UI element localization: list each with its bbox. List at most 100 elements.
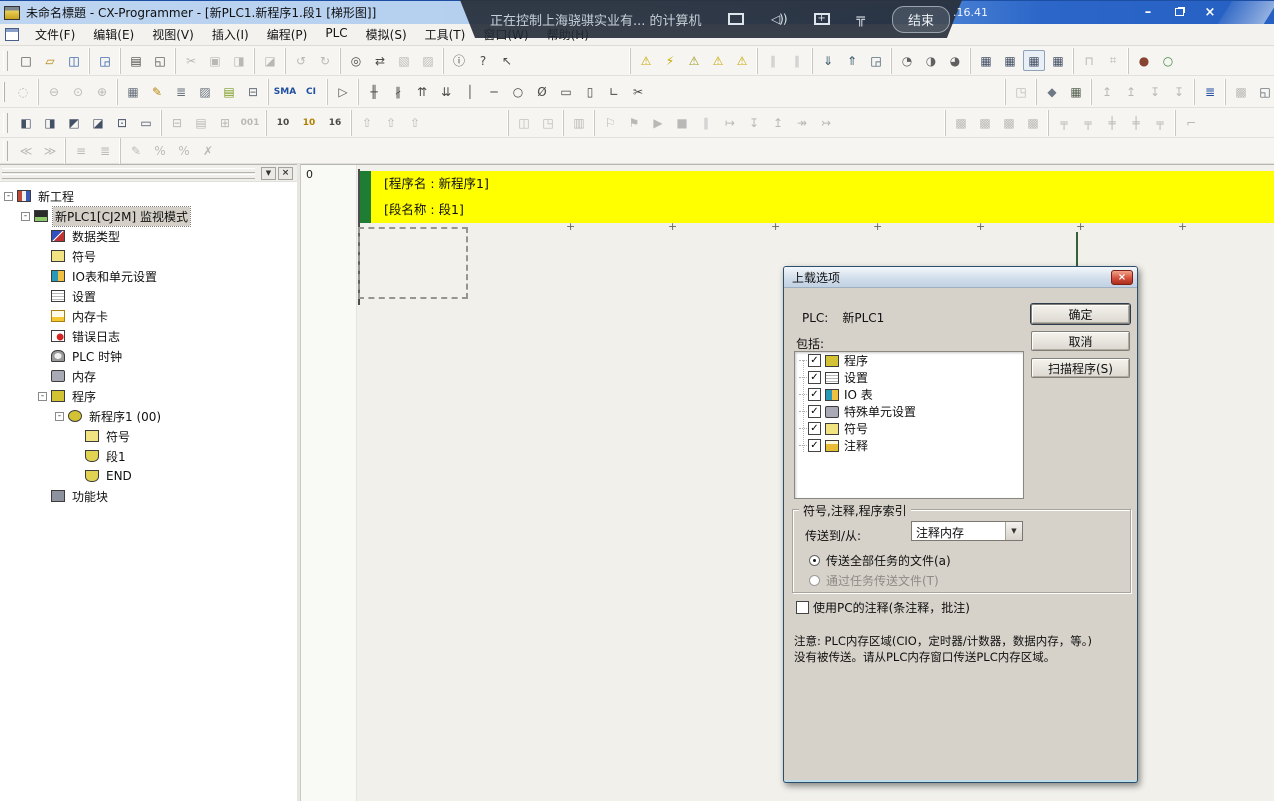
expander-icon[interactable]: -	[55, 412, 64, 421]
view-mnemonics-icon[interactable]: ◩	[63, 112, 85, 133]
expander-icon[interactable]: -	[38, 392, 47, 401]
simulation-run-icon[interactable]: ▶	[647, 112, 669, 133]
compile-check-icon[interactable]: ◲	[94, 50, 116, 71]
tree-item-plc1[interactable]: -新PLC1[CJ2M] 监视模式	[0, 206, 297, 226]
close-button[interactable]: ×	[1202, 5, 1218, 20]
step-out-icon[interactable]: ↥	[767, 112, 789, 133]
rung-comment-edit-icon[interactable]: ✎	[146, 81, 168, 102]
force-off-icon[interactable]: ○	[1157, 50, 1179, 71]
checkbox-special-unit-setup[interactable]: ✓	[808, 405, 821, 418]
view-windows-icon[interactable]: ◧	[15, 112, 37, 133]
goto-next-address-icon[interactable]: ↧	[1168, 81, 1190, 102]
goto-prev-jump-icon[interactable]: ↥	[1096, 81, 1118, 102]
contact-up-diff-icon[interactable]: ⇈	[411, 81, 433, 102]
panel-close-button[interactable]: ×	[278, 167, 293, 180]
menu-program[interactable]: 编程(P)	[258, 23, 317, 46]
cross-reference-popup-icon[interactable]: CI	[299, 81, 323, 102]
expander-icon[interactable]: -	[21, 212, 30, 221]
set-value-1-icon[interactable]: ⇧	[356, 112, 378, 133]
address-reference-tool-icon[interactable]: ≣	[1199, 81, 1221, 102]
monitor-clock-icon[interactable]: ▦	[999, 50, 1021, 71]
upload-item-settings[interactable]: ✓设置	[795, 369, 1023, 386]
symbol-table-icon[interactable]: ▤	[218, 81, 240, 102]
force-on-icon[interactable]: ●	[1133, 50, 1155, 71]
pause-icon[interactable]: ∥	[786, 50, 808, 71]
end-session-button[interactable]: 结束	[892, 6, 950, 33]
zoom-normal-icon[interactable]: ⊙	[67, 81, 89, 102]
goto-prev-address-icon[interactable]: ↧	[1144, 81, 1166, 102]
rung-annotation-icon[interactable]: ≣	[170, 81, 192, 102]
tree-item-settings[interactable]: 设置	[0, 286, 297, 306]
simulation-stop-icon[interactable]: ■	[671, 112, 693, 133]
cut-icon[interactable]: ✂	[180, 50, 202, 71]
save-monitor-data-icon[interactable]: ◫	[513, 112, 535, 133]
redo-icon[interactable]: ↻	[314, 50, 336, 71]
simulator-connect-icon[interactable]: ⚠	[731, 50, 753, 71]
radio-transfer-by-task[interactable]: 通过任务传送文件(T)	[809, 572, 939, 589]
menu-plc[interactable]: PLC	[316, 23, 356, 46]
checkbox-comments[interactable]: ✓	[808, 439, 821, 452]
upload-item-program[interactable]: ✓程序	[795, 352, 1023, 369]
upload-item-special-unit-setup[interactable]: ✓特殊单元设置	[795, 403, 1023, 420]
upload-items-list[interactable]: ✓程序✓设置✓IO 表✓特殊单元设置✓符号✓注释	[794, 351, 1024, 499]
outdent-icon[interactable]: ≪	[15, 140, 37, 161]
goto-next-jump-icon[interactable]: ↥	[1120, 81, 1142, 102]
monitor-hex-icon[interactable]: 16	[323, 112, 347, 133]
tree-item-symbols-global[interactable]: 符号	[0, 246, 297, 266]
upload-item-symbols[interactable]: ✓符号	[795, 420, 1023, 437]
edit-tool-percent-2-icon[interactable]: %	[173, 140, 195, 161]
volume-icon[interactable]: ◁))	[771, 12, 787, 26]
select-tool-icon[interactable]: ▷	[332, 81, 354, 102]
expander-icon[interactable]: -	[4, 192, 13, 201]
menu-edit[interactable]: 编辑(E)	[84, 23, 143, 46]
step-run-icon[interactable]: ↦	[719, 112, 741, 133]
upload-item-comments[interactable]: ✓注释	[795, 437, 1023, 454]
panel-dropdown-button[interactable]: ▼	[261, 167, 276, 180]
view-diagram-icon[interactable]: ◨	[39, 112, 61, 133]
tree-item-end[interactable]: END	[0, 466, 297, 486]
coil-closed-icon[interactable]: Ø	[531, 81, 553, 102]
save-file-icon[interactable]: ◫	[63, 50, 85, 71]
open-file-icon[interactable]: ▱	[39, 50, 61, 71]
network-simulator-icon[interactable]: ⚠	[707, 50, 729, 71]
compile-program-icon[interactable]: ◆	[1041, 81, 1063, 102]
pin-tool-icon[interactable]: ╦	[857, 11, 865, 27]
loop-return-icon[interactable]: ⌐	[1180, 112, 1202, 133]
edit-tool-cancel-icon[interactable]: ✗	[197, 140, 219, 161]
checkbox-io-table[interactable]: ✓	[808, 388, 821, 401]
list-style-2-icon[interactable]: ≣	[94, 140, 116, 161]
paste-rung-icon[interactable]: ◪	[259, 50, 281, 71]
tree-item-io-table[interactable]: IO表和单元设置	[0, 266, 297, 286]
add-window-icon[interactable]: +	[814, 13, 830, 25]
menu-tools[interactable]: 工具(T)	[416, 23, 475, 46]
differential-monitor-1-icon[interactable]: ╤	[1053, 112, 1075, 133]
cancel-button[interactable]: 取消	[1031, 331, 1130, 351]
tree-item-section1[interactable]: 段1	[0, 446, 297, 466]
tree-item-programs[interactable]: -程序	[0, 386, 297, 406]
online-edit-rungs-icon[interactable]: ◳	[1010, 81, 1032, 102]
paste-icon[interactable]: ◨	[228, 50, 250, 71]
radio-transfer-all-files[interactable]: 传送全部任务的文件(a)	[809, 552, 951, 569]
pause-with-trigger-icon[interactable]: ⚐	[599, 112, 621, 133]
scan-run-icon[interactable]: ↣	[815, 112, 837, 133]
watch-sheet-icon[interactable]: ▩	[1230, 81, 1252, 102]
upload-item-io-table[interactable]: ✓IO 表	[795, 386, 1023, 403]
tile-window-icon[interactable]: ▤	[190, 112, 212, 133]
program-mode-icon[interactable]: ◔	[896, 50, 918, 71]
breakpoint-clear-icon[interactable]: ▩	[974, 112, 996, 133]
monitor-signed-decimal-icon[interactable]: 10	[297, 112, 321, 133]
differential-monitor-5-icon[interactable]: ╤	[1149, 112, 1171, 133]
zoom-out-icon[interactable]: ⊖	[43, 81, 65, 102]
replace-icon[interactable]: ⇄	[369, 50, 391, 71]
continuous-step-run-icon[interactable]: ↠	[791, 112, 813, 133]
edit-tool-pen-icon[interactable]: ✎	[125, 140, 147, 161]
zoom-fit-icon[interactable]: ◌	[12, 81, 34, 102]
cascade-window-icon[interactable]: ⊞	[214, 112, 236, 133]
checkbox-symbols[interactable]: ✓	[808, 422, 821, 435]
simulator-online-icon[interactable]: ⚠	[683, 50, 705, 71]
compare-with-plc-icon[interactable]: ◲	[865, 50, 887, 71]
radio-on-icon[interactable]	[809, 555, 820, 566]
checkbox-program[interactable]: ✓	[808, 354, 821, 367]
update-symbols-icon[interactable]: ▨	[194, 81, 216, 102]
auto-online-icon[interactable]: ⚡	[659, 50, 681, 71]
